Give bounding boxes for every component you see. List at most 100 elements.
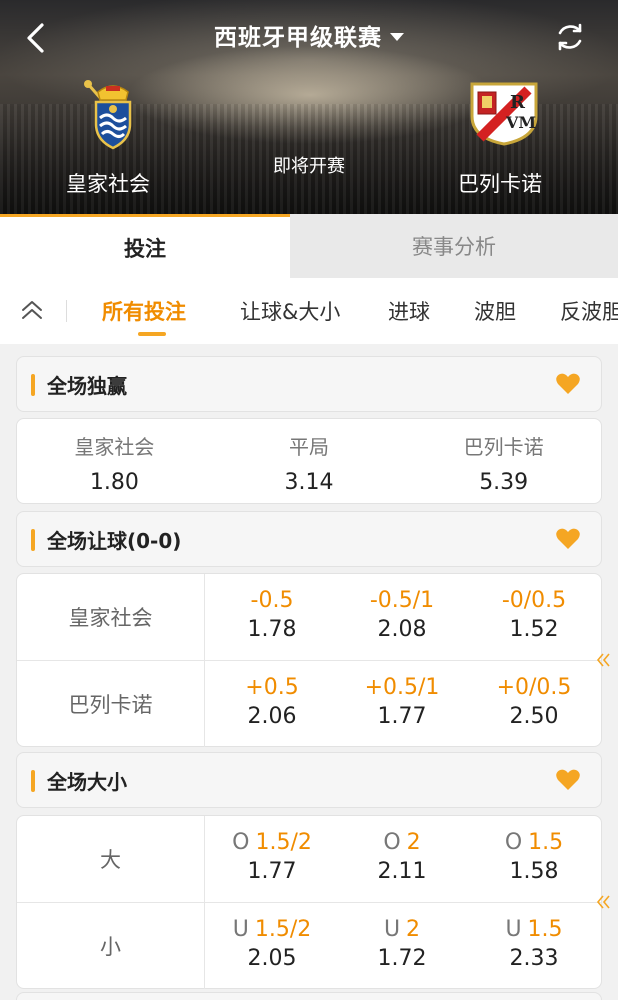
- bet-option[interactable]: U 1.5 2.33: [469, 917, 599, 971]
- odds-value: 1.78: [247, 617, 297, 642]
- home-team-logo: [84, 80, 132, 150]
- bet-option[interactable]: -0.5 1.78: [207, 588, 337, 642]
- total-line: 1.5: [528, 830, 564, 855]
- row-label: 大: [17, 816, 205, 902]
- bet-option[interactable]: O2 2.11: [337, 830, 467, 884]
- moneyline-options: 皇家社会 1.80 平局 3.14 巴列卡诺 5.39: [17, 419, 601, 503]
- bet-option[interactable]: +0.5/1 1.77: [337, 675, 467, 729]
- odds-value: 1.72: [377, 946, 427, 971]
- handicap-row: 皇家社会 -0.5 1.78 -0.5/1 2.08 -0/0.5 1.52: [17, 574, 601, 660]
- handicap-card: 皇家社会 -0.5 1.78 -0.5/1 2.08 -0/0.5 1.52 巴…: [16, 573, 610, 747]
- bet-option[interactable]: -0/0.5 1.52: [469, 588, 599, 642]
- odds-value: 1.58: [509, 859, 559, 884]
- totals-card: 大 O 1.5/2 1.77 O2 2.11 O 1.5 1.58 小 U 1.5/2…: [16, 815, 610, 989]
- bet-type-nav: 所有投注 让球&大小 进球 波胆 反波胆: [0, 278, 618, 344]
- nav-divider: [66, 300, 67, 322]
- total-line: 1.5/2: [255, 830, 312, 855]
- league-title: 西班牙甲级联赛: [214, 25, 382, 51]
- option-label: 皇家社会: [74, 435, 155, 459]
- section-title: 全场大小: [47, 770, 127, 794]
- odds-value: 2.08: [377, 617, 427, 642]
- section-header-handicap[interactable]: 全场让球(0-0): [16, 511, 602, 567]
- totals-row: 大 O 1.5/2 1.77 O2 2.11 O 1.5 1.58: [17, 816, 601, 902]
- bet-option[interactable]: U 1.5/2 2.05: [207, 917, 337, 971]
- double-chevron-left-icon[interactable]: [595, 893, 613, 911]
- refresh-icon[interactable]: [553, 20, 587, 54]
- bet-option[interactable]: +0.5 2.06: [207, 675, 337, 729]
- odds-value: 1.77: [247, 859, 297, 884]
- svg-text:VM: VM: [505, 113, 536, 132]
- handicap-line: +0.5: [245, 675, 299, 700]
- nav-goals[interactable]: 进球: [388, 296, 430, 326]
- handicap-line: -0.5/1: [369, 588, 435, 613]
- away-team-logo: R VM: [470, 82, 538, 146]
- odds-value: 2.06: [247, 704, 297, 729]
- over-under-prefix: U: [383, 917, 401, 942]
- handicap-line: +0.5/1: [364, 675, 440, 700]
- tab-bet[interactable]: 投注: [0, 214, 290, 278]
- heart-icon[interactable]: [555, 768, 581, 792]
- match-header: 西班牙甲级联赛 R VM 皇家社会 即将开赛 巴列卡诺: [0, 0, 618, 214]
- nav-correct-score[interactable]: 波胆: [474, 296, 516, 326]
- heart-icon[interactable]: [555, 372, 581, 396]
- svg-text:R: R: [510, 92, 526, 113]
- over-under-prefix: U: [505, 917, 522, 942]
- heart-icon[interactable]: [555, 527, 581, 551]
- odds-value: 2.11: [377, 859, 427, 884]
- total-line: 2: [406, 830, 421, 855]
- section-header-moneyline[interactable]: 全场独赢: [16, 356, 602, 412]
- double-chevron-left-icon[interactable]: [595, 651, 613, 669]
- odds-value: 2.05: [247, 946, 297, 971]
- over-under-prefix: O: [383, 830, 401, 855]
- totals-row: 小 U 1.5/2 2.05 U2 1.72 U 1.5 2.33: [17, 903, 601, 989]
- over-under-prefix: U: [232, 917, 249, 942]
- handicap-row: 巴列卡诺 +0.5 2.06 +0.5/1 1.77 +0/0.5 2.50: [17, 661, 601, 747]
- tab-analysis[interactable]: 赛事分析: [290, 214, 618, 278]
- nav-anti-correct-score[interactable]: 反波胆: [560, 296, 618, 326]
- section-title: 全场独赢: [47, 374, 127, 398]
- away-team-name: 巴列卡诺: [458, 172, 542, 196]
- next-section-header[interactable]: [16, 992, 602, 1000]
- league-selector[interactable]: 西班牙甲级联赛: [0, 18, 618, 52]
- total-line: 1.5: [527, 917, 563, 942]
- row-team-label: 巴列卡诺: [17, 661, 205, 747]
- total-line: 2: [406, 917, 421, 942]
- nav-handicap-totals[interactable]: 让球&大小: [240, 296, 340, 326]
- option-odds: 5.39: [479, 470, 529, 495]
- bet-option[interactable]: -0.5/1 2.08: [337, 588, 467, 642]
- odds-value: 1.52: [509, 617, 559, 642]
- option-odds: 3.14: [284, 470, 334, 495]
- odds-value: 2.33: [509, 946, 559, 971]
- caret-down-icon: [390, 32, 404, 41]
- bet-option[interactable]: O 1.5 1.58: [469, 830, 599, 884]
- row-label: 小: [17, 903, 205, 989]
- option-label: 平局: [289, 435, 329, 459]
- handicap-line: -0.5: [250, 588, 294, 613]
- odds-value: 2.50: [509, 704, 559, 729]
- bet-option-home[interactable]: 皇家社会 1.80: [17, 419, 212, 503]
- section-accent-bar: [31, 770, 35, 792]
- section-title: 全场让球(0-0): [47, 529, 182, 553]
- section-header-totals[interactable]: 全场大小: [16, 752, 602, 808]
- odds-value: 1.77: [377, 704, 427, 729]
- bet-option[interactable]: U2 1.72: [337, 917, 467, 971]
- bet-option-draw[interactable]: 平局 3.14: [212, 419, 407, 503]
- over-under-prefix: O: [504, 830, 523, 855]
- total-line: 1.5/2: [254, 917, 312, 942]
- section-accent-bar: [31, 374, 35, 396]
- handicap-line: -0/0.5: [501, 588, 567, 613]
- collapse-up-icon[interactable]: [20, 298, 44, 322]
- row-team-label: 皇家社会: [17, 574, 205, 660]
- main-tabs: 投注 赛事分析: [0, 214, 618, 278]
- bet-option[interactable]: O 1.5/2 1.77: [207, 830, 337, 884]
- over-under-prefix: O: [232, 830, 250, 855]
- moneyline-card: 皇家社会 1.80 平局 3.14 巴列卡诺 5.39: [16, 418, 602, 504]
- bet-option[interactable]: +0/0.5 2.50: [469, 675, 599, 729]
- bet-option-away[interactable]: 巴列卡诺 5.39: [406, 419, 601, 503]
- active-nav-indicator: [138, 332, 166, 336]
- option-odds: 1.80: [89, 470, 139, 495]
- handicap-line: +0/0.5: [496, 675, 572, 700]
- nav-all-bets[interactable]: 所有投注: [102, 296, 186, 326]
- option-label: 巴列卡诺: [463, 435, 544, 459]
- section-accent-bar: [31, 529, 35, 551]
